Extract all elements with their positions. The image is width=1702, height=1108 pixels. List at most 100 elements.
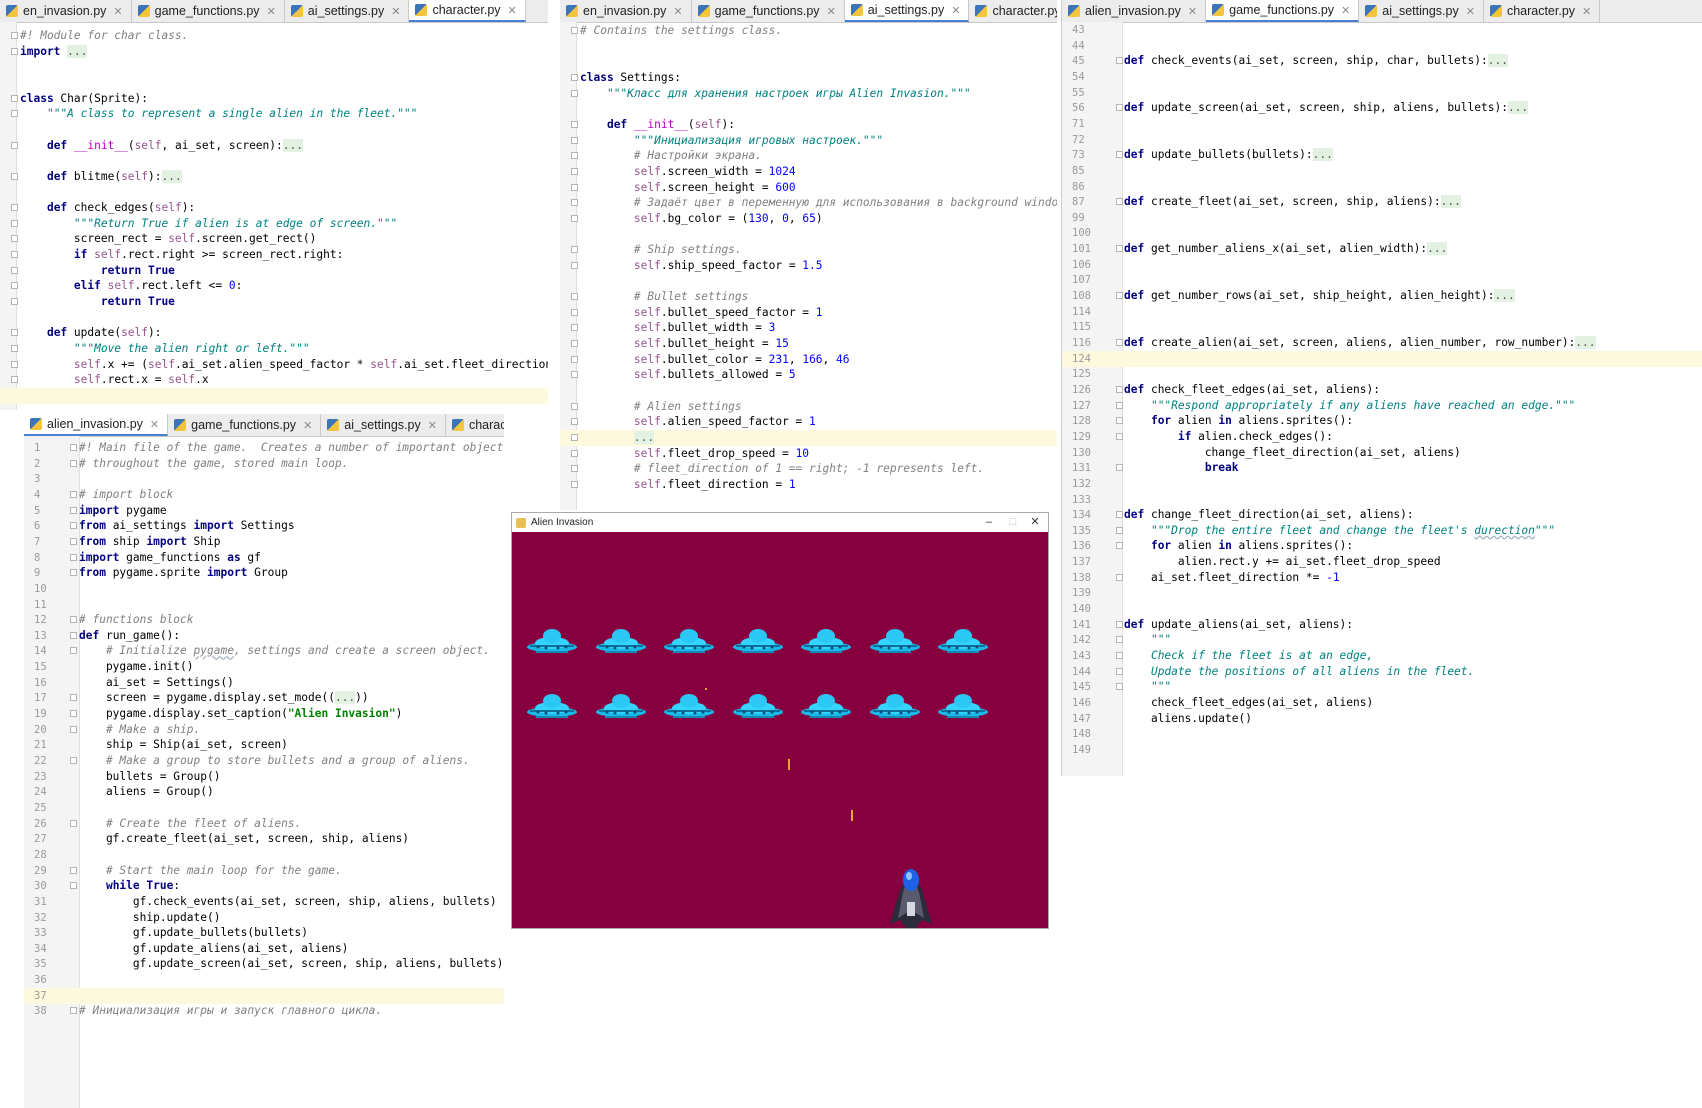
fold-marker-icon[interactable] — [571, 120, 578, 128]
code-line[interactable]: 55 — [1062, 85, 1702, 101]
close-tab-icon[interactable]: ✕ — [303, 419, 312, 432]
code-line[interactable]: # Bullet settings — [560, 289, 1057, 305]
code-area[interactable]: 1 #! Main file of the game. Creates a num… — [24, 437, 504, 1108]
fold-marker-icon[interactable] — [70, 647, 77, 655]
fold-marker-icon[interactable] — [11, 329, 18, 337]
fold-marker-icon[interactable] — [70, 553, 77, 561]
code-line[interactable]: 10 — [24, 581, 504, 597]
code-line[interactable]: 6 from ai_settings import Settings — [24, 518, 504, 534]
code-line[interactable]: 129 if alien.check_edges(): — [1062, 429, 1702, 445]
code-line[interactable]: 38 # Инициализация игры и запуск главного… — [24, 1003, 504, 1019]
code-line[interactable]: self.rect.x = self.x — [0, 372, 548, 388]
code-line[interactable]: 9 from pygame.sprite import Group — [24, 565, 504, 581]
code-line[interactable]: import ... — [0, 44, 548, 60]
code-line[interactable] — [560, 101, 1057, 117]
code-line[interactable]: def blitme(self):... — [0, 169, 548, 185]
code-line[interactable]: 1 #! Main file of the game. Creates a num… — [24, 440, 504, 456]
code-line[interactable]: # Задаёт цвет в переменную для использов… — [560, 195, 1057, 211]
tab-character-py[interactable]: character.py✕ — [446, 414, 504, 436]
fold-marker-icon[interactable] — [70, 757, 77, 764]
fold-marker-icon[interactable] — [571, 308, 578, 316]
code-line[interactable]: def __init__(self): — [560, 117, 1057, 133]
code-line[interactable]: 140 — [1062, 601, 1702, 617]
code-line[interactable] — [0, 387, 548, 404]
fold-marker-icon[interactable] — [571, 152, 578, 160]
code-line[interactable]: 139 — [1062, 585, 1702, 601]
code-line[interactable]: 136 for alien in aliens.sprites(): — [1062, 538, 1702, 554]
code-line[interactable] — [560, 226, 1057, 242]
code-line[interactable]: 125 — [1062, 366, 1702, 382]
fold-marker-icon[interactable] — [1116, 620, 1123, 628]
code-line[interactable] — [0, 59, 548, 75]
code-line[interactable]: self.bullet_speed_factor = 1 — [560, 305, 1057, 321]
close-tab-icon[interactable]: ✕ — [1341, 4, 1350, 17]
code-line[interactable]: def check_edges(self): — [0, 200, 548, 216]
fold-marker-icon[interactable] — [571, 261, 578, 269]
code-line[interactable]: 27 gf.create_fleet(ai_set, screen, ship,… — [24, 831, 504, 847]
tab-game-functions-py[interactable]: game_functions.py ✕ — [1206, 0, 1360, 22]
code-line[interactable]: 24 aliens = Group() — [24, 784, 504, 800]
code-line[interactable]: 12 # functions block — [24, 612, 504, 628]
fold-marker-icon[interactable] — [11, 235, 18, 243]
fold-marker-icon[interactable] — [70, 459, 77, 467]
fold-marker-icon[interactable] — [571, 355, 578, 363]
fold-marker-icon[interactable] — [1116, 417, 1123, 425]
code-line[interactable]: 34 gf.update_aliens(ai_set, aliens) — [24, 941, 504, 957]
code-line[interactable] — [0, 153, 548, 169]
code-line[interactable]: ... — [560, 429, 1057, 446]
fold-marker-icon[interactable] — [571, 183, 578, 191]
code-line[interactable]: 128 for alien in aliens.sprites(): — [1062, 413, 1702, 429]
code-line[interactable] — [560, 273, 1057, 289]
code-line[interactable]: screen_rect = self.screen.get_rect() — [0, 231, 548, 247]
code-line[interactable]: """Класс для хранения настроек игры Alie… — [560, 86, 1057, 102]
close-tab-icon[interactable]: ✕ — [951, 4, 960, 17]
close-tab-icon[interactable]: ✕ — [113, 5, 122, 18]
fold-marker-icon[interactable] — [11, 298, 18, 306]
code-line[interactable]: self.bullet_color = 231, 166, 46 — [560, 352, 1057, 368]
code-line[interactable]: return True — [0, 294, 548, 310]
code-line[interactable]: self.screen_width = 1024 — [560, 164, 1057, 180]
code-line[interactable]: return True — [0, 263, 548, 279]
code-line[interactable]: """A class to represent a single alien i… — [0, 106, 548, 122]
code-line[interactable]: 17 screen = pygame.display.set_mode((...… — [24, 690, 504, 706]
code-line[interactable]: 137 alien.rect.y += ai_set.fleet_drop_sp… — [1062, 554, 1702, 570]
fold-marker-icon[interactable] — [571, 433, 578, 441]
code-line[interactable] — [0, 75, 548, 91]
code-line[interactable] — [0, 310, 548, 326]
close-button[interactable]: ✕ — [1024, 513, 1046, 532]
fold-marker-icon[interactable] — [70, 866, 77, 874]
code-line[interactable]: 25 — [24, 800, 504, 816]
fold-marker-icon[interactable] — [1116, 464, 1123, 472]
code-line[interactable]: self.x += (self.ai_set.alien_speed_facto… — [0, 357, 548, 373]
tab-ai-settings-py[interactable]: ai_settings.py ✕ — [321, 414, 446, 436]
code-line[interactable]: 20 # Make a ship. — [24, 722, 504, 738]
code-line[interactable]: 43 — [1062, 22, 1702, 38]
code-line[interactable]: 16 ai_set = Settings() — [24, 675, 504, 691]
code-line[interactable]: 99 — [1062, 210, 1702, 226]
fold-marker-icon[interactable] — [11, 141, 18, 149]
code-line[interactable]: self.bullets_allowed = 5 — [560, 367, 1057, 383]
tab-alien-invasion-py[interactable]: alien_invasion.py ✕ — [24, 414, 169, 436]
code-line[interactable]: 142 """ — [1062, 632, 1702, 648]
fold-marker-icon[interactable] — [11, 47, 18, 55]
fold-marker-icon[interactable] — [571, 246, 578, 254]
maximize-button[interactable]: □ — [1002, 513, 1024, 532]
fold-marker-icon[interactable] — [70, 710, 77, 718]
code-line[interactable]: """Return True if alien is at edge of sc… — [0, 216, 548, 232]
fold-marker-icon[interactable] — [571, 402, 578, 410]
code-line[interactable]: elif self.rect.left <= 0: — [0, 278, 548, 294]
fold-marker-icon[interactable] — [70, 616, 77, 624]
code-line[interactable]: 107 — [1062, 272, 1702, 288]
fold-marker-icon[interactable] — [70, 506, 77, 514]
fold-marker-icon[interactable] — [70, 444, 77, 451]
code-line[interactable]: 130 change_fleet_direction(ai_set, alien… — [1062, 445, 1702, 461]
fold-marker-icon[interactable] — [70, 882, 77, 890]
code-line[interactable] — [0, 185, 548, 201]
code-line[interactable]: 32 ship.update() — [24, 910, 504, 926]
fold-marker-icon[interactable] — [70, 537, 77, 545]
fold-marker-icon[interactable] — [11, 266, 18, 274]
code-line[interactable]: 30 while True: — [24, 878, 504, 894]
fold-marker-icon[interactable] — [1116, 432, 1123, 440]
fold-marker-icon[interactable] — [11, 251, 18, 259]
close-tab-icon[interactable]: ✕ — [1188, 5, 1197, 18]
